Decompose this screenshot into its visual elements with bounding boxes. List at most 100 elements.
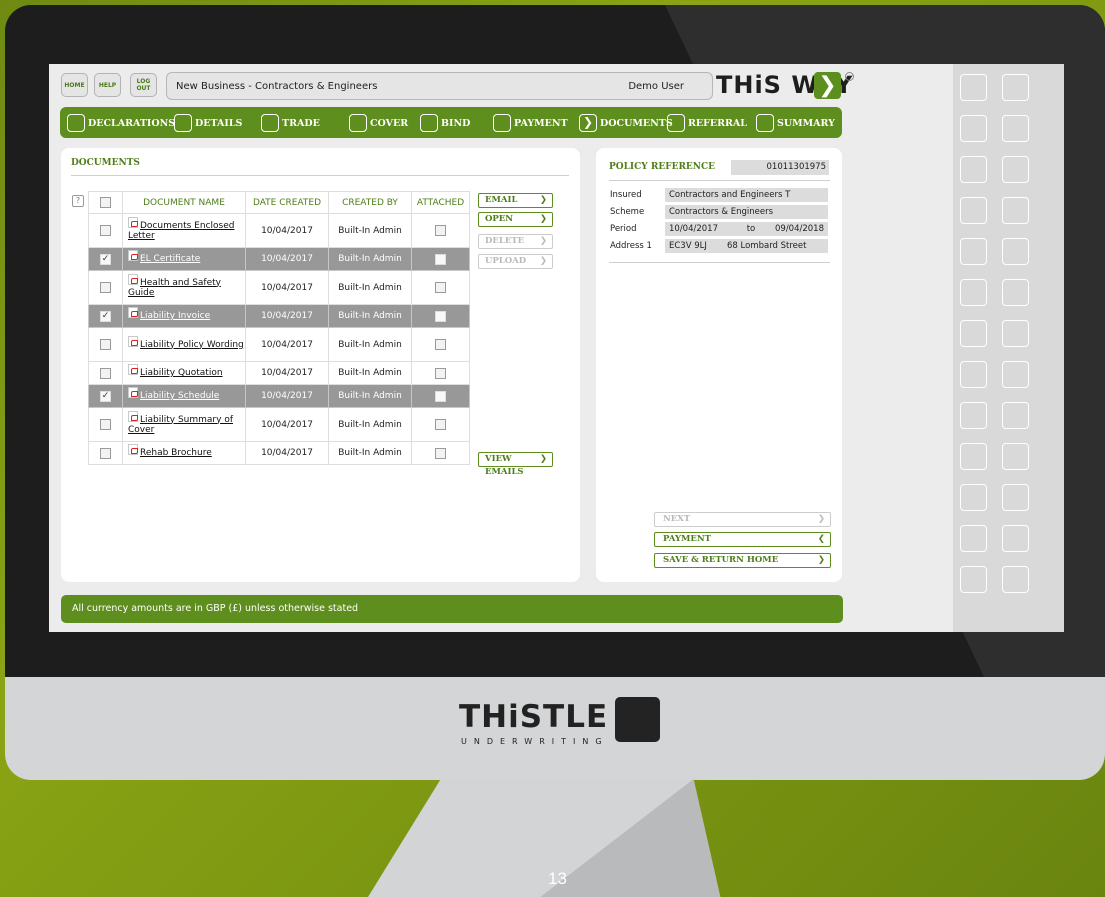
logo-subtitle: UNDERWRITING	[461, 737, 609, 746]
row-checkbox[interactable]	[100, 282, 111, 293]
nav-bind[interactable]: BIND	[420, 112, 470, 134]
document-link[interactable]: Documents Enclosed Letter	[128, 221, 234, 241]
created-by: Built-In Admin	[328, 213, 412, 248]
open-button[interactable]: OPEN ❯	[478, 212, 553, 227]
table-row[interactable]: Health and Safety Guide 10/04/2017 Built…	[88, 270, 470, 305]
collapse-icon[interactable]: −	[845, 72, 854, 81]
nav-checkbox-icon	[493, 114, 511, 132]
nav-trade[interactable]: TRADE	[261, 112, 320, 134]
document-link[interactable]: Rehab Brochure	[140, 448, 212, 458]
document-link[interactable]: Liability Quotation	[140, 368, 223, 378]
row-checkbox[interactable]	[100, 367, 111, 379]
documents-table: DOCUMENT NAME DATE CREATED CREATED BY AT…	[88, 191, 470, 465]
page-number: 13	[548, 869, 567, 888]
thistle-logo: THiSTLE UNDERWRITING	[459, 697, 669, 753]
nav-details[interactable]: DETAILS	[174, 112, 242, 134]
home-button[interactable]: HOME	[61, 73, 88, 97]
nav-label: REFERRAL	[688, 117, 747, 129]
next-button[interactable]: NEXT ❯	[654, 512, 831, 527]
document-link[interactable]: EL Certificate	[140, 254, 200, 264]
save-return-home-button[interactable]: SAVE & RETURN HOME ❯	[654, 553, 831, 568]
document-link[interactable]: Health and Safety Guide	[128, 278, 221, 298]
col-attached[interactable]: ATTACHED	[411, 191, 470, 214]
created-by: Built-In Admin	[328, 327, 412, 362]
user-name: Demo User	[628, 81, 684, 92]
col-document-name[interactable]: DOCUMENT NAME	[122, 191, 246, 214]
table-row[interactable]: Rehab Brochure 10/04/2017 Built-In Admin	[88, 441, 470, 465]
upload-button[interactable]: UPLOAD ❯	[478, 254, 553, 269]
select-all-checkbox[interactable]	[100, 197, 111, 208]
attached-checkbox[interactable]	[435, 339, 446, 350]
select-all-cell[interactable]	[88, 191, 123, 214]
nav-payment[interactable]: PAYMENT	[493, 112, 568, 134]
logout-button[interactable]: LOG OUT	[130, 73, 157, 97]
chevron-right-icon: ❯	[539, 236, 547, 246]
nav-label: DOCUMENTS	[600, 117, 673, 129]
table-row[interactable]: ✓ Liability Invoice 10/04/2017 Built-In …	[88, 304, 470, 328]
table-row[interactable]: Documents Enclosed Letter 10/04/2017 Bui…	[88, 213, 470, 248]
attached-checkbox[interactable]	[435, 447, 446, 459]
nav-checkbox-icon	[667, 114, 685, 132]
pdf-icon	[128, 444, 138, 455]
pdf-icon	[128, 364, 138, 375]
chevron-right-icon: ❯	[539, 195, 547, 205]
help-button[interactable]: HELP	[94, 73, 121, 97]
nav-label: DECLARATIONS	[88, 117, 176, 129]
table-row[interactable]: ✓ EL Certificate 10/04/2017 Built-In Adm…	[88, 247, 470, 271]
row-checkbox[interactable]: ✓	[100, 253, 111, 265]
document-link[interactable]: Liability Invoice	[140, 311, 210, 321]
pdf-icon	[128, 387, 138, 398]
scheme-value: Contractors & Engineers	[665, 205, 828, 219]
attached-checkbox[interactable]	[435, 419, 446, 430]
logo-square-icon	[615, 697, 660, 742]
row-checkbox[interactable]	[100, 339, 111, 350]
period-to-label: to	[731, 222, 771, 236]
col-date-created[interactable]: DATE CREATED	[245, 191, 329, 214]
nav-declarations[interactable]: DECLARATIONS	[67, 112, 175, 134]
created-by: Built-In Admin	[328, 361, 412, 385]
col-created-by[interactable]: CREATED BY	[328, 191, 412, 214]
pdf-icon	[128, 335, 138, 347]
row-checkbox[interactable]	[100, 419, 111, 430]
attached-checkbox[interactable]	[435, 390, 446, 402]
delete-button[interactable]: DELETE ❯	[478, 234, 553, 249]
row-checkbox[interactable]	[100, 447, 111, 459]
row-checkbox[interactable]: ✓	[100, 310, 111, 322]
chevron-right-icon: ❯	[817, 555, 825, 565]
insured-value: Contractors and Engineers T	[665, 188, 828, 202]
table-row[interactable]: ✓ Liability Schedule 10/04/2017 Built-In…	[88, 384, 470, 408]
help-icon[interactable]: ?	[72, 195, 84, 207]
chevron-right-icon: ❯	[539, 454, 547, 464]
policy-panel: POLICY REFERENCE 01011301975 Insured Con…	[596, 148, 842, 582]
this-way-arrow-icon[interactable]: ❯	[814, 72, 841, 99]
nav-documents[interactable]: ❯ DOCUMENTS	[579, 112, 673, 134]
email-label: EMAIL	[485, 195, 518, 205]
payment-button[interactable]: PAYMENT ❮	[654, 532, 831, 547]
created-by: Built-In Admin	[328, 384, 412, 408]
nav-referral[interactable]: REFERRAL	[667, 112, 747, 134]
nav-cover[interactable]: COVER	[349, 112, 408, 134]
nav-summary[interactable]: SUMMARY	[756, 112, 835, 134]
date-created: 10/04/2017	[245, 407, 329, 442]
document-link[interactable]: Liability Schedule	[140, 391, 219, 401]
nav-checkbox-icon	[67, 114, 85, 132]
table-row[interactable]: Liability Quotation 10/04/2017 Built-In …	[88, 361, 470, 385]
email-button[interactable]: EMAIL ❯	[478, 193, 553, 208]
attached-checkbox[interactable]	[435, 253, 446, 265]
attached-checkbox[interactable]	[435, 282, 446, 293]
policy-reference-title: POLICY REFERENCE	[609, 162, 716, 172]
row-checkbox[interactable]: ✓	[100, 390, 111, 402]
chevron-right-icon: ❯	[539, 256, 547, 266]
nav-checkbox-icon	[756, 114, 774, 132]
table-row[interactable]: Liability Policy Wording 10/04/2017 Buil…	[88, 327, 470, 362]
right-tile-strip	[953, 64, 1064, 632]
table-row[interactable]: Liability Summary of Cover 10/04/2017 Bu…	[88, 407, 470, 442]
attached-checkbox[interactable]	[435, 310, 446, 322]
row-checkbox[interactable]	[100, 225, 111, 236]
document-link[interactable]: Liability Policy Wording	[140, 340, 244, 350]
view-emails-button[interactable]: VIEW EMAILS ❯	[478, 452, 553, 477]
attached-checkbox[interactable]	[435, 225, 446, 236]
attached-checkbox[interactable]	[435, 367, 446, 379]
document-link[interactable]: Liability Summary of Cover	[128, 415, 233, 435]
documents-title: DOCUMENTS	[71, 158, 140, 168]
